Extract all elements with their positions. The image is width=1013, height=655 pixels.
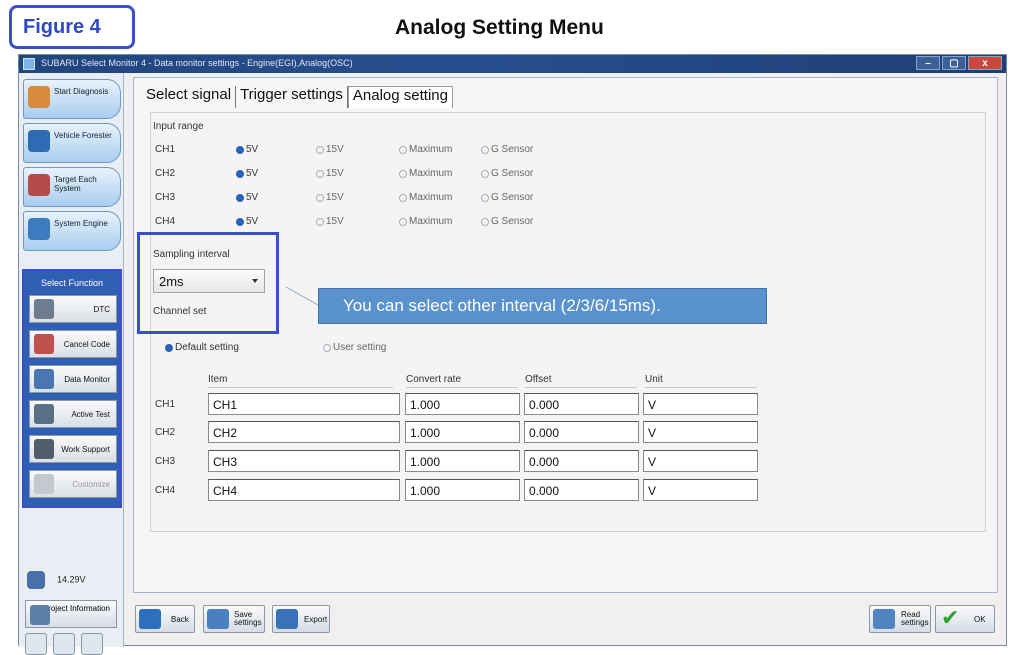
channel-set-label: Channel set [153,306,207,317]
sampling-interval-dropdown[interactable]: 2ms [153,269,265,293]
callout-note: You can select other interval (2/3/6/15m… [318,288,767,324]
sampling-interval-value: 2ms [159,274,184,289]
chevron-down-icon [252,279,258,283]
sampling-interval-label: Sampling interval [153,249,230,260]
